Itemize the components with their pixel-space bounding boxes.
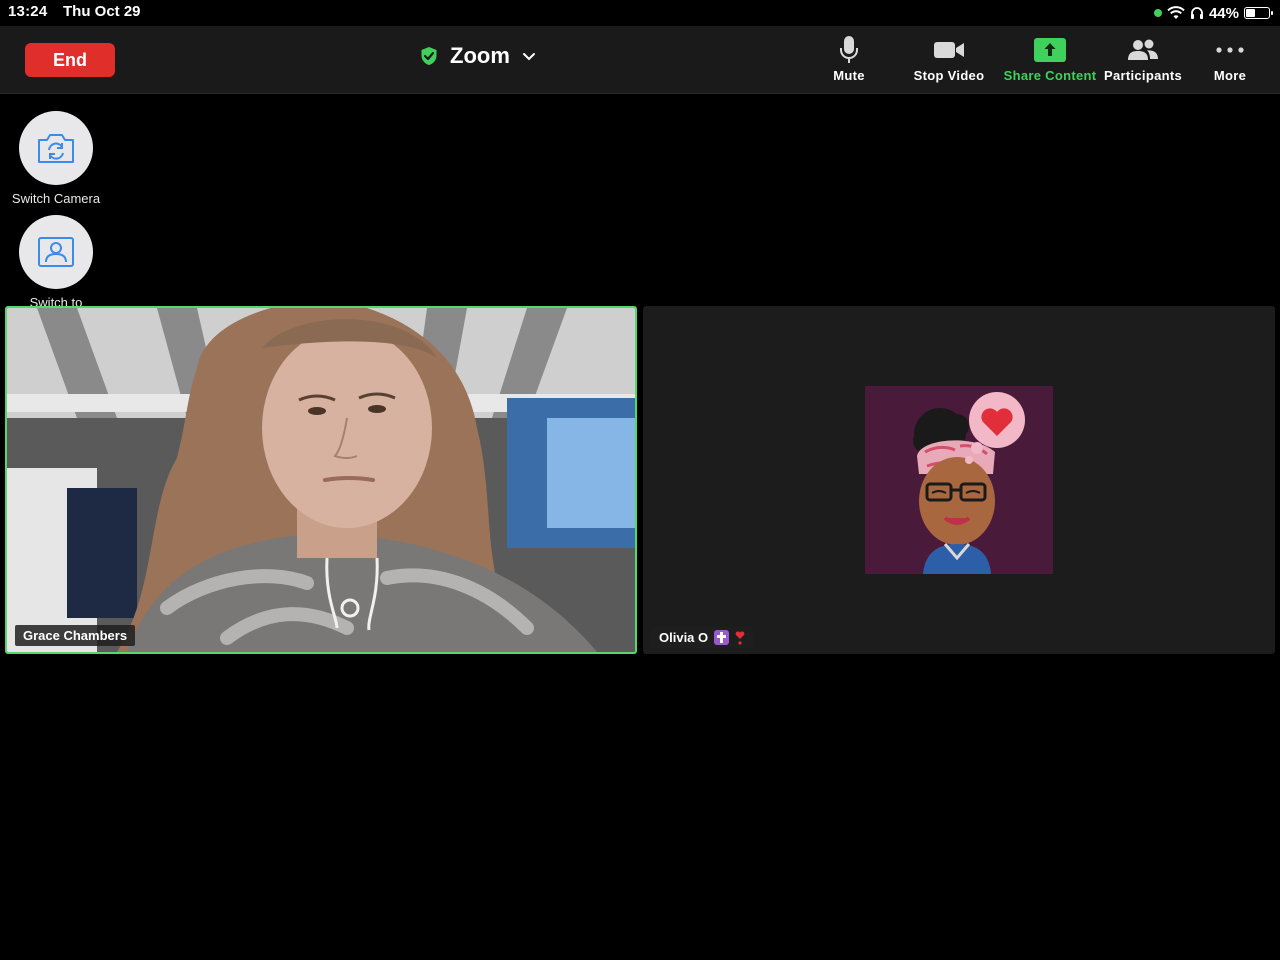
video-tile-active-participant[interactable]: Grace Chambers bbox=[5, 306, 637, 654]
battery-fill bbox=[1246, 9, 1255, 17]
more-button[interactable]: More bbox=[1207, 35, 1253, 85]
meeting-title: Zoom bbox=[450, 43, 510, 68]
switch-camera-icon bbox=[38, 134, 74, 163]
shield-check-icon bbox=[421, 47, 437, 65]
status-indicators: 44% bbox=[1153, 3, 1273, 23]
heart-exclamation-emoji-icon bbox=[735, 630, 745, 645]
active-speaker-circle bbox=[19, 215, 93, 289]
participant-name-tag: Olivia O bbox=[651, 627, 754, 648]
battery-percent: 44% bbox=[1208, 4, 1239, 22]
participant-camera-feed bbox=[7, 308, 635, 652]
share-content-button[interactable]: Share Content bbox=[1000, 35, 1100, 85]
switch-camera-label: Switch Camera bbox=[11, 191, 101, 206]
share-arrow-icon bbox=[1034, 38, 1066, 62]
participant-avatar bbox=[865, 386, 1053, 574]
video-camera-icon bbox=[934, 42, 964, 58]
more-label: More bbox=[1213, 68, 1247, 83]
participants-label: Participants bbox=[1103, 68, 1182, 83]
share-content-label: Share Content bbox=[1003, 68, 1097, 83]
battery-icon bbox=[1244, 7, 1273, 19]
participant-name-tag: Grace Chambers bbox=[15, 625, 136, 646]
status-bar: 13:24 Thu Oct 29 44% bbox=[0, 0, 1280, 26]
meeting-title-dropdown[interactable]: Zoom bbox=[420, 40, 536, 72]
camera-in-use-dot-icon bbox=[1153, 9, 1162, 17]
active-speaker-icon bbox=[38, 237, 74, 267]
headphones-icon bbox=[1190, 7, 1203, 19]
participants-icon bbox=[1128, 39, 1158, 60]
mute-button[interactable]: Mute bbox=[826, 35, 872, 85]
wifi-icon bbox=[1167, 6, 1185, 19]
status-time: 13:24 bbox=[8, 3, 48, 20]
switch-camera-circle bbox=[19, 111, 93, 185]
bitmoji-avatar-image bbox=[865, 386, 1053, 574]
cross-emoji-icon bbox=[714, 630, 730, 645]
chevron-down-icon bbox=[522, 52, 535, 60]
participant-name: Grace Chambers bbox=[23, 628, 128, 643]
switch-camera-button[interactable]: Switch Camera bbox=[0, 111, 112, 206]
participants-button[interactable]: Participants bbox=[1100, 35, 1186, 85]
more-dots-icon bbox=[1216, 47, 1244, 53]
mute-label: Mute bbox=[833, 68, 865, 83]
video-tile-participant[interactable]: Olivia O bbox=[643, 306, 1275, 654]
microphone-icon bbox=[840, 36, 858, 63]
meeting-toolbar: End Zoom Mute Stop Video Share Content P… bbox=[0, 26, 1280, 94]
stop-video-label: Stop Video bbox=[913, 68, 985, 83]
end-meeting-button[interactable]: End bbox=[25, 43, 115, 77]
status-date: Thu Oct 29 bbox=[63, 3, 141, 20]
stop-video-button[interactable]: Stop Video bbox=[909, 35, 989, 85]
participant-name: Olivia O bbox=[659, 630, 709, 645]
